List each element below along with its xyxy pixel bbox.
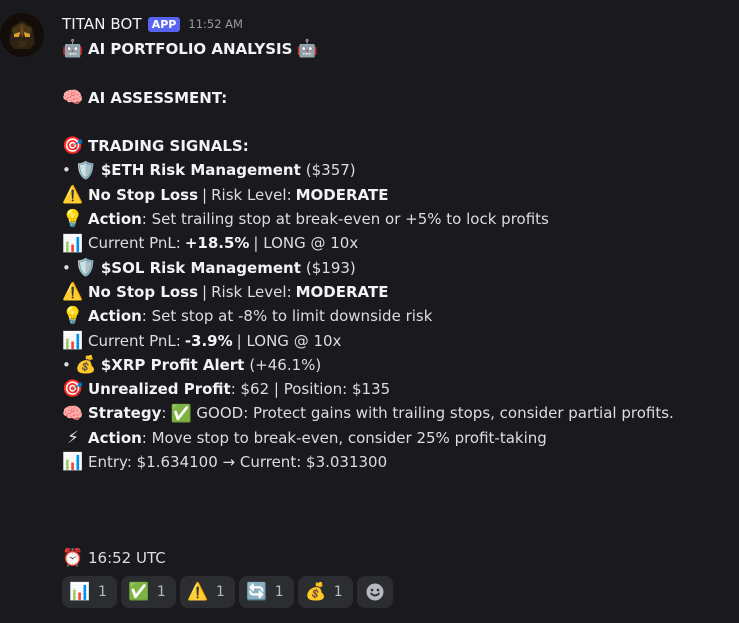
helmet-avatar-icon bbox=[0, 13, 44, 57]
message-content: 🤖 AI PORTFOLIO ANALYSIS 🤖 🧠 AI ASSESSMEN… bbox=[62, 37, 732, 571]
target-icon: 🎯 bbox=[62, 136, 84, 157]
shield-icon: 🛡️ bbox=[75, 257, 97, 278]
bar-chart-icon: 📊 bbox=[62, 452, 84, 473]
xrp-action: : Move stop to break-even, consider 25% … bbox=[141, 428, 547, 447]
xrp-unrealized: : $62 | Position: $135 bbox=[230, 380, 391, 399]
sol-risk-line: ⚠️ No Stop Loss | Risk Level: MODERATE bbox=[62, 280, 732, 304]
warning-icon: ⚠️ bbox=[187, 582, 209, 602]
brain-icon: 🧠 bbox=[62, 403, 84, 424]
xrp-action-label: Action bbox=[88, 428, 142, 447]
lightning-icon: ⚡ bbox=[67, 427, 79, 448]
eth-pnl-line: 📊 Current PnL: +18.5% | LONG @ 10x bbox=[62, 231, 732, 255]
sol-position: | LONG @ 10x bbox=[236, 331, 342, 350]
money-bag-icon: 💰 bbox=[75, 355, 97, 375]
repeat-icon: 🔄 bbox=[246, 582, 268, 602]
xrp-entry: Entry: $1.634100 → Current: $3.031300 bbox=[88, 453, 388, 472]
bullet: • bbox=[62, 161, 71, 180]
robot-icon: 🤖 bbox=[296, 39, 318, 60]
xrp-title: $XRP Profit Alert bbox=[100, 355, 245, 374]
add-reaction-button[interactable] bbox=[356, 576, 393, 608]
reaction-money-bag[interactable]: 💰 1 bbox=[297, 576, 353, 608]
sol-value: ($193) bbox=[305, 258, 356, 277]
reaction-warning[interactable]: ⚠️ 1 bbox=[179, 576, 235, 608]
xrp-profit-line: 🎯 Unrealized Profit : $62 | Position: $1… bbox=[62, 377, 732, 401]
reaction-repeat[interactable]: 🔄 1 bbox=[238, 576, 294, 608]
signals-line: 🎯 TRADING SIGNALS: bbox=[62, 134, 732, 158]
eth-title: $ETH Risk Management bbox=[100, 161, 301, 180]
reaction-count: 1 bbox=[333, 584, 343, 600]
xrp-header-line: • 💰 $XRP Profit Alert (+46.1%) bbox=[62, 353, 732, 377]
reaction-bar-chart[interactable]: 📊 1 bbox=[62, 576, 117, 608]
alarm-clock-icon: ⏰ bbox=[62, 548, 84, 569]
target-icon: 🎯 bbox=[62, 379, 84, 400]
light-bulb-icon: 💡 bbox=[62, 209, 84, 230]
reaction-count: 1 bbox=[98, 584, 107, 600]
brain-icon: 🧠 bbox=[62, 87, 84, 108]
assessment-heading: AI ASSESSMENT: bbox=[88, 88, 228, 107]
eth-risk-line: ⚠️ No Stop Loss | Risk Level: MODERATE bbox=[62, 183, 732, 207]
message-header: TITAN BOT APP 11:52 AM bbox=[62, 13, 243, 35]
bar-chart-icon: 📊 bbox=[69, 582, 91, 602]
sol-header-line: • 🛡️ $SOL Risk Management ($193) bbox=[62, 256, 732, 280]
sol-stop: No Stop Loss bbox=[88, 282, 199, 301]
robot-icon: 🤖 bbox=[62, 39, 84, 60]
reaction-count: 1 bbox=[156, 584, 166, 600]
xrp-strategy-label: Strategy bbox=[88, 404, 162, 423]
bar-chart-icon: 📊 bbox=[62, 233, 84, 254]
eth-position: | LONG @ 10x bbox=[253, 234, 359, 253]
sol-title: $SOL Risk Management bbox=[100, 258, 301, 277]
xrp-value: (+46.1%) bbox=[249, 355, 322, 374]
time-line: ⏰ 16:52 UTC bbox=[62, 546, 732, 570]
eth-pnl: +18.5% bbox=[184, 234, 250, 253]
eth-action: : Set trailing stop at break-even or +5%… bbox=[141, 210, 549, 229]
xrp-strategy: GOOD: Protect gains with trailing stops,… bbox=[196, 404, 674, 423]
bullet: • bbox=[62, 258, 71, 277]
warning-icon: ⚠️ bbox=[62, 184, 84, 205]
light-bulb-icon: 💡 bbox=[62, 306, 84, 327]
bot-avatar[interactable] bbox=[0, 13, 44, 57]
app-badge: APP bbox=[147, 16, 181, 32]
money-bag-icon: 💰 bbox=[305, 582, 327, 602]
eth-action-line: 💡 Action : Set trailing stop at break-ev… bbox=[62, 207, 732, 231]
timestamp[interactable]: 11:52 AM bbox=[188, 17, 243, 31]
sol-action-label: Action bbox=[88, 307, 142, 326]
check-mark-icon: ✅ bbox=[170, 403, 192, 424]
eth-risk-label: Risk Level: bbox=[211, 185, 292, 204]
analysis-title: AI PORTFOLIO ANALYSIS bbox=[88, 40, 293, 58]
eth-header-line: • 🛡️ $ETH Risk Management ($357) bbox=[62, 158, 732, 182]
check-mark-icon: ✅ bbox=[128, 582, 150, 602]
shield-icon: 🛡️ bbox=[75, 160, 97, 181]
sol-pnl-line: 📊 Current PnL: -3.9% | LONG @ 10x bbox=[62, 329, 732, 353]
reactions-bar: 📊 1 ✅ 1 ⚠️ 1 🔄 1 💰 1 bbox=[62, 576, 393, 608]
eth-risk: MODERATE bbox=[295, 185, 389, 204]
xrp-entry-line: 📊 Entry: $1.634100 → Current: $3.031300 bbox=[62, 450, 732, 474]
title-line: 🤖 AI PORTFOLIO ANALYSIS 🤖 bbox=[62, 37, 732, 61]
xrp-action-line: ⚡ Action : Move stop to break-even, cons… bbox=[62, 426, 732, 450]
warning-icon: ⚠️ bbox=[62, 282, 84, 303]
signals-heading: TRADING SIGNALS: bbox=[88, 137, 249, 156]
sol-pnl: -3.9% bbox=[184, 331, 233, 350]
reaction-count: 1 bbox=[274, 584, 284, 600]
eth-action-label: Action bbox=[88, 210, 142, 229]
sol-pnl-label: Current PnL: bbox=[88, 331, 181, 350]
sol-action-line: 💡 Action : Set stop at -8% to limit down… bbox=[62, 304, 732, 328]
assessment-line: 🧠 AI ASSESSMENT: bbox=[62, 86, 732, 110]
xrp-unrealized-label: Unrealized Profit bbox=[88, 380, 231, 399]
eth-stop: No Stop Loss bbox=[88, 185, 199, 204]
reaction-count: 1 bbox=[215, 584, 225, 600]
chat-message: TITAN BOT APP 11:52 AM 🤖 AI PORTFOLIO AN… bbox=[0, 0, 739, 623]
sol-action: : Set stop at -8% to limit downside risk bbox=[141, 307, 433, 326]
username[interactable]: TITAN BOT bbox=[62, 15, 142, 33]
eth-pnl-label: Current PnL: bbox=[88, 234, 181, 253]
xrp-strategy-line: 🧠 Strategy : ✅ GOOD: Protect gains with … bbox=[62, 401, 732, 425]
utc-time: 16:52 UTC bbox=[88, 549, 166, 568]
sol-risk: MODERATE bbox=[295, 282, 389, 301]
sol-risk-label: Risk Level: bbox=[211, 282, 292, 301]
reaction-check-mark[interactable]: ✅ 1 bbox=[120, 576, 176, 608]
smiley-icon bbox=[366, 583, 384, 601]
bar-chart-icon: 📊 bbox=[62, 330, 84, 351]
bullet: • bbox=[62, 355, 71, 374]
eth-value: ($357) bbox=[305, 161, 356, 180]
